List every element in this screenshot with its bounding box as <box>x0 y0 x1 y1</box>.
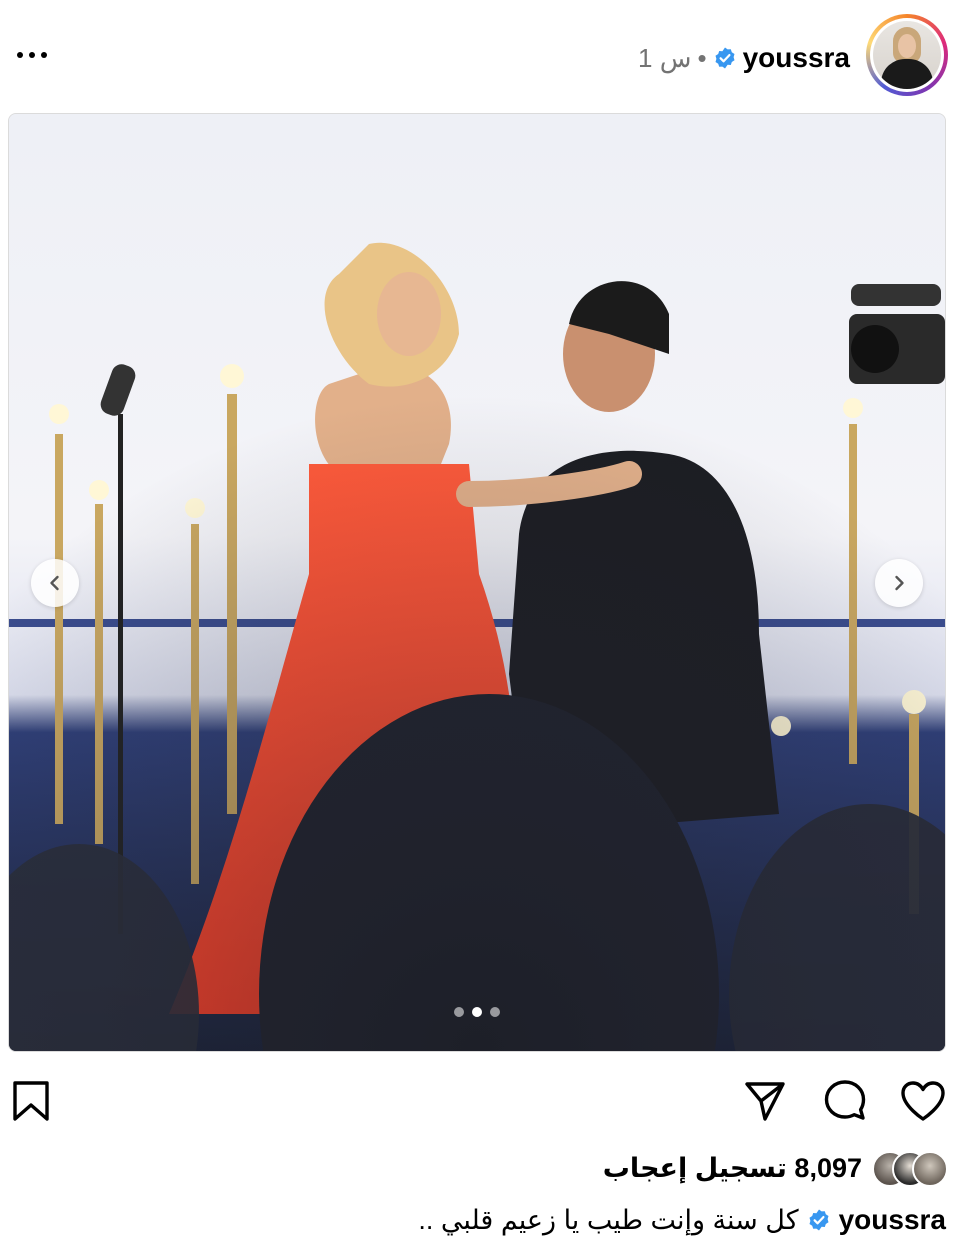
heart-icon <box>901 1081 945 1121</box>
more-options-button[interactable] <box>12 38 52 72</box>
post-photo <box>9 114 945 1051</box>
comment-icon <box>824 1080 866 1120</box>
post-time: 1 س <box>638 42 692 73</box>
post-caption: كل سنة وإنت طيب يا زعيم قلبي .. youssra <box>418 1198 946 1242</box>
post-author-block: 1 س • youssra <box>638 38 850 78</box>
verified-badge-icon <box>809 1209 829 1231</box>
post-action-bar <box>0 1068 960 1132</box>
more-dot <box>41 52 47 58</box>
author-username[interactable]: youssra <box>743 42 850 74</box>
chevron-right-icon <box>895 575 904 591</box>
carousel-indicator <box>9 1007 945 1017</box>
carousel-dot <box>490 1007 500 1017</box>
like-button[interactable] <box>898 1076 948 1126</box>
author-avatar[interactable] <box>866 14 948 96</box>
share-button[interactable] <box>740 1076 790 1126</box>
verified-badge-icon <box>715 47 735 69</box>
save-button[interactable] <box>6 1076 56 1126</box>
liker-avatar <box>912 1151 948 1187</box>
more-dot <box>29 52 35 58</box>
caption-text: كل سنة وإنت طيب يا زعيم قلبي .. <box>418 1204 799 1235</box>
likes-row[interactable]: 8,097 تسجيل إعجاب <box>603 1148 948 1188</box>
time-separator: • <box>697 42 707 73</box>
post-media-carousel[interactable] <box>8 113 946 1052</box>
post-header: 1 س • youssra <box>0 0 960 112</box>
comment-button[interactable] <box>820 1076 870 1126</box>
carousel-dot <box>454 1007 464 1017</box>
avatar-image <box>873 21 941 89</box>
chevron-left-icon <box>50 575 59 591</box>
liker-avatars <box>872 1151 948 1187</box>
bookmark-icon <box>13 1081 49 1121</box>
likes-count[interactable]: 8,097 تسجيل إعجاب <box>603 1153 862 1184</box>
carousel-prev-button[interactable] <box>31 559 79 607</box>
carousel-dot-active <box>472 1007 482 1017</box>
send-icon <box>745 1082 785 1121</box>
more-dot <box>17 52 23 58</box>
caption-username[interactable]: youssra <box>839 1204 946 1236</box>
carousel-next-button[interactable] <box>875 559 923 607</box>
